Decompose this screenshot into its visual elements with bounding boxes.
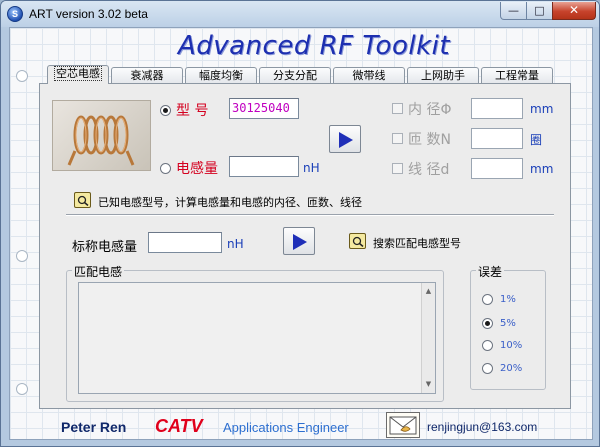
tab-attenuator[interactable]: 衰减器 — [111, 67, 183, 83]
wire-dia-input[interactable] — [471, 158, 523, 179]
tolerance-radio-20[interactable] — [482, 363, 493, 374]
air-core-inductor-panel: 型 号 30125040 电感量 nH 内 径Φ mm 匝 数N 圈 线 径d … — [39, 83, 571, 409]
nominal-inductance-label: 标称电感量 — [72, 240, 138, 255]
turns-label: 匝 数N — [408, 132, 451, 148]
turns-unit: 圈 — [530, 133, 543, 147]
search-hint-icon — [349, 233, 366, 249]
title-bar[interactable]: S ART version 3.02 beta — □ ✕ — [1, 1, 599, 27]
inductance-label: 电感量 — [176, 161, 218, 177]
calculate-button[interactable] — [329, 125, 361, 153]
turns-input[interactable] — [471, 128, 523, 149]
nominal-inductance-input[interactable] — [148, 232, 222, 253]
tab-web-assistant[interactable]: 上网助手 — [407, 67, 479, 83]
inner-dia-input[interactable] — [471, 98, 523, 119]
turns-checkbox[interactable] — [392, 133, 403, 144]
inductance-input[interactable] — [229, 156, 299, 177]
scroll-down-arrow[interactable]: ▼ — [422, 378, 435, 391]
calc-hint-text: 已知电感型号，计算电感量和电感的内径、匝数、线径 — [98, 196, 362, 209]
nominal-inductance-unit: nH — [227, 237, 244, 251]
close-button[interactable]: ✕ — [552, 2, 596, 20]
app-icon[interactable]: S — [7, 6, 23, 22]
tolerance-label-10: 10% — [500, 340, 523, 351]
tolerance-radio-5[interactable] — [482, 318, 493, 329]
play-icon — [339, 132, 353, 148]
wire-dia-label: 线 径d — [408, 162, 450, 178]
tolerance-radio-1[interactable] — [482, 294, 493, 305]
binder-hole-bottom — [16, 383, 28, 395]
play-icon — [293, 234, 307, 250]
tolerance-label-1: 1% — [500, 294, 516, 305]
wire-dia-unit: mm — [530, 162, 554, 176]
author-role: Applications Engineer — [223, 420, 349, 435]
tolerance-label-20: 20% — [500, 363, 523, 374]
tolerance-radio-10[interactable] — [482, 340, 493, 351]
minimize-button[interactable]: — — [500, 2, 527, 20]
tolerance-label-5: 5% — [500, 318, 516, 329]
hint-icon — [74, 192, 91, 208]
matched-inductor-list[interactable]: ▲ ▼ — [78, 282, 436, 394]
tolerance-title: 误差 — [476, 263, 505, 280]
search-match-button[interactable] — [283, 227, 315, 255]
inductance-radio[interactable] — [160, 163, 171, 174]
tab-air-core-inductor[interactable]: 空芯电感 — [47, 65, 109, 84]
tab-engineering-constants[interactable]: 工程常量 — [481, 67, 553, 83]
wire-dia-checkbox[interactable] — [392, 163, 403, 174]
app-window: S ART version 3.02 beta — □ ✕ Advanced R… — [0, 0, 600, 447]
model-radio[interactable] — [160, 105, 171, 116]
model-label: 型 号 — [176, 103, 209, 119]
window-title: ART version 3.02 beta — [29, 7, 148, 21]
inner-dia-unit: mm — [530, 102, 554, 116]
inner-dia-label: 内 径Φ — [408, 102, 452, 118]
scroll-up-arrow[interactable]: ▲ — [422, 285, 435, 298]
mail-icon[interactable] — [386, 412, 420, 438]
search-hint-text: 搜索匹配电感型号 — [373, 237, 461, 250]
model-input[interactable]: 30125040 — [229, 98, 299, 119]
coil-image — [52, 100, 151, 171]
tab-strip: 空芯电感 衰减器 幅度均衡 分支分配 微带线 上网助手 工程常量 — [47, 65, 587, 84]
inner-dia-checkbox[interactable] — [392, 103, 403, 114]
author-email[interactable]: renjingjun@163.com — [427, 420, 537, 434]
inductance-unit: nH — [303, 161, 320, 175]
tab-amplitude-equalizer[interactable]: 幅度均衡 — [185, 67, 257, 83]
app-banner: Advanced RF Toolkit — [177, 31, 451, 61]
list-scrollbar[interactable]: ▲ ▼ — [421, 283, 435, 393]
binder-hole-top — [16, 70, 28, 82]
footer: Peter Ren CATV Applications Engineer ren… — [39, 412, 571, 442]
tab-microstrip[interactable]: 微带线 — [333, 67, 405, 83]
matched-inductor-title: 匹配电感 — [72, 263, 125, 280]
section-divider — [66, 214, 554, 216]
author-name: Peter Ren — [61, 419, 127, 435]
maximize-button[interactable]: □ — [526, 2, 553, 20]
company-logo-text: CATV — [155, 416, 203, 436]
tab-label: 空芯电感 — [54, 66, 102, 81]
binder-hole-middle — [16, 250, 28, 262]
tab-splitter-tap[interactable]: 分支分配 — [259, 67, 331, 83]
